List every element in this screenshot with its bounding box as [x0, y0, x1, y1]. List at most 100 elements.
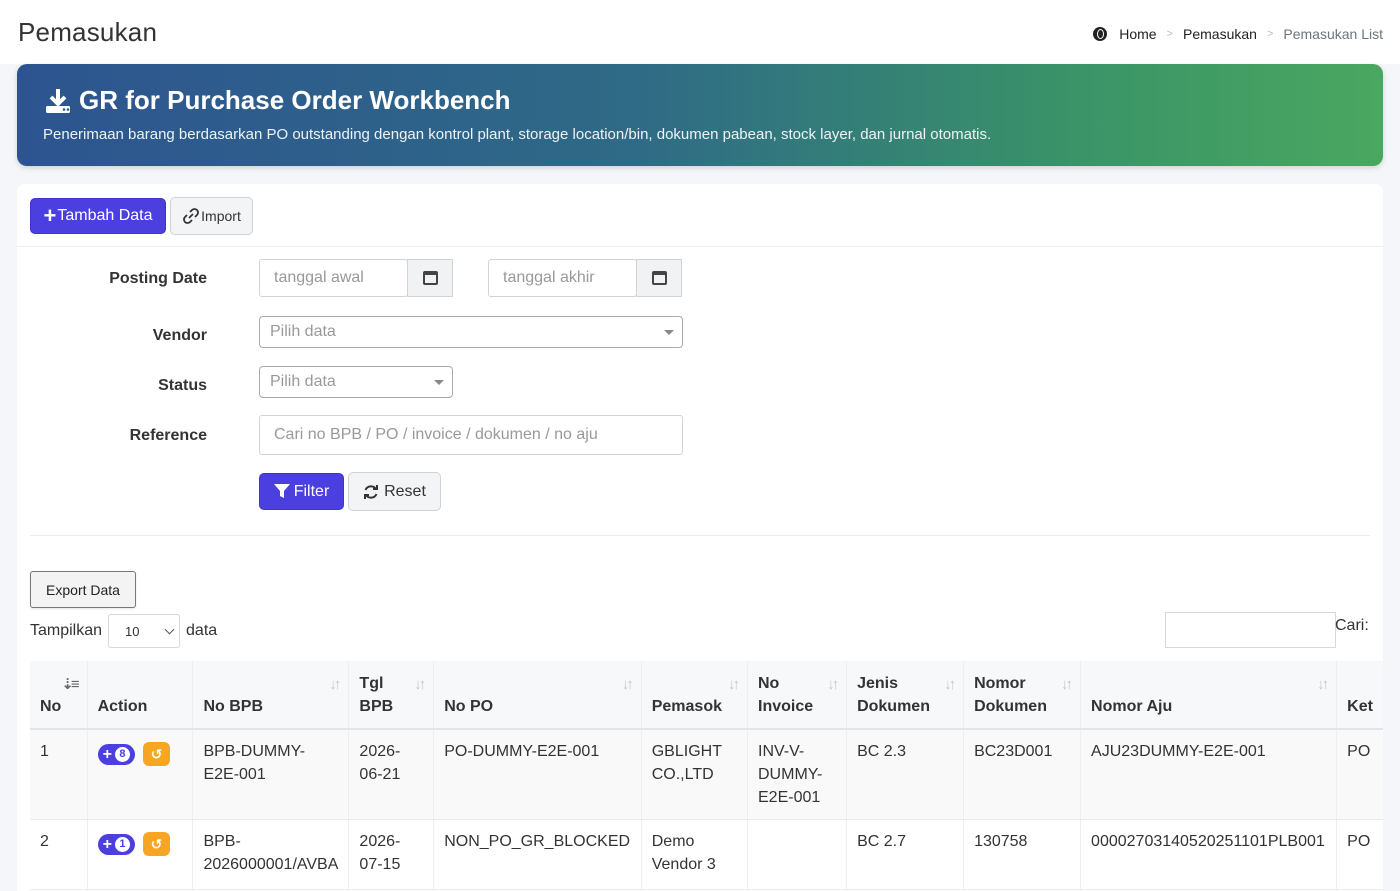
- sort-icon: ↓↑: [1061, 676, 1073, 693]
- banner-title-text: GR for Purchase Order Workbench: [79, 85, 511, 115]
- cell-pemasok: Demo Vendor 3: [641, 819, 749, 890]
- cell-no-invoice: [747, 819, 848, 890]
- breadcrumb-pemasukan[interactable]: Pemasukan: [1183, 26, 1257, 42]
- table-search-input[interactable]: [1165, 612, 1336, 648]
- banner-title: GR for Purchase Order Workbench: [43, 85, 511, 116]
- breadcrumb-separator: >: [1266, 28, 1274, 40]
- cell-ket: PO: [1336, 819, 1383, 890]
- column-header-jenis-dokumen[interactable]: ↓↑ Jenis Dokumen: [846, 661, 965, 730]
- cell-no: 2: [30, 819, 88, 890]
- vendor-select[interactable]: Pilih data: [259, 316, 683, 348]
- posting-date-label: Posting Date: [109, 270, 207, 287]
- breadcrumb-home[interactable]: Home: [1119, 26, 1156, 42]
- table-search-label: Cari:: [1335, 617, 1369, 634]
- column-header-ket[interactable]: Ket: [1336, 661, 1383, 730]
- download-icon: [46, 88, 70, 113]
- divider: [30, 535, 1370, 536]
- date-start-calendar-button[interactable]: [407, 259, 453, 297]
- status-select-value: Pilih data: [270, 373, 336, 390]
- calendar-icon: [651, 271, 667, 285]
- link-icon: [183, 208, 200, 224]
- refresh-icon: [364, 484, 379, 499]
- main-card: + Tambah Data Import Posting Date tangga…: [17, 184, 1383, 891]
- column-header-action: Action: [87, 661, 194, 730]
- cell-ket: PO: [1336, 729, 1383, 820]
- vendor-select-value: Pilih data: [270, 323, 336, 340]
- sort-icon: ↓↑: [1317, 676, 1329, 693]
- reset-label: Reset: [384, 482, 426, 500]
- cell-no-po: NON_PO_GR_BLOCKED: [433, 819, 642, 890]
- sort-asc-icon: ⇣≡: [61, 676, 79, 693]
- cell-no-po: PO-DUMMY-E2E-001: [433, 729, 642, 820]
- cell-tgl-bpb: 2026-07-15: [348, 819, 435, 890]
- sort-icon: ↓↑: [329, 676, 341, 693]
- column-header-no-invoice[interactable]: ↓↑ No Invoice: [747, 661, 848, 730]
- globe-icon: [1093, 27, 1108, 41]
- add-data-label: Tambah Data: [57, 207, 153, 224]
- cell-nomor-aju: AJU23DUMMY-E2E-001: [1080, 729, 1338, 820]
- cell-no-invoice: INV-V-DUMMY-E2E-001: [747, 729, 848, 820]
- column-header-no[interactable]: ⇣≡ No: [30, 661, 88, 730]
- date-end-calendar-button[interactable]: [636, 259, 682, 297]
- import-label: Import: [201, 208, 241, 224]
- column-header-nomor-aju[interactable]: ↓↑ Nomor Aju: [1080, 661, 1338, 730]
- undo-button[interactable]: ↺: [142, 832, 170, 856]
- import-button[interactable]: Import: [170, 197, 253, 235]
- sort-icon: ↓↑: [621, 676, 634, 693]
- cell-tgl-bpb: 2026-06-21: [348, 729, 435, 820]
- date-end-input[interactable]: tanggal akhir: [488, 259, 637, 297]
- cell-pemasok: GBLIGHT CO.,LTD: [641, 729, 749, 820]
- cell-no: 1: [30, 729, 88, 820]
- reset-button[interactable]: Reset: [348, 472, 441, 511]
- plus-icon: +: [102, 835, 112, 853]
- page-title: Pemasukan: [18, 17, 158, 47]
- filter-button[interactable]: Filter: [259, 473, 344, 510]
- filter-icon: [273, 484, 290, 498]
- calendar-icon: [422, 271, 438, 285]
- cell-nomor-dokumen: 130758: [963, 819, 1082, 890]
- column-header-no-po[interactable]: ↓↑ No PO: [433, 661, 642, 730]
- workbench-banner: GR for Purchase Order Workbench Penerima…: [17, 64, 1383, 166]
- date-start-input[interactable]: tanggal awal: [259, 259, 408, 297]
- show-label: Tampilkan: [30, 622, 103, 639]
- plus-icon: +: [102, 745, 112, 763]
- sort-icon: ↓↑: [414, 676, 426, 693]
- breadcrumb-current: Pemasukan List: [1283, 26, 1383, 42]
- chevron-down-icon: [164, 624, 175, 635]
- cell-nomor-dokumen: BC23D001: [963, 729, 1082, 820]
- reference-input[interactable]: Cari no BPB / PO / invoice / dokumen / n…: [259, 415, 683, 455]
- add-detail-button[interactable]: + 1: [97, 833, 135, 855]
- caret-down-icon: [434, 380, 444, 385]
- filter-label: Filter: [293, 482, 330, 500]
- page-length-select[interactable]: 10: [108, 614, 181, 648]
- cell-jenis-dokumen: BC 2.7: [846, 819, 965, 890]
- page-length-control: Tampilkan 10 data: [30, 614, 217, 648]
- column-header-tgl-bpb[interactable]: ↓↑ Tgl BPB: [348, 661, 435, 730]
- add-data-button[interactable]: + Tambah Data: [30, 198, 166, 234]
- cell-no-bpb: BPB-DUMMY-E2E-001: [192, 729, 350, 820]
- pemasukan-table: ⇣≡ No Action ↓↑ No BPB ↓↑ Tgl BPB ↓↑ No PO ↓…: [30, 661, 1383, 890]
- column-header-pemasok[interactable]: ↓↑ Pemasok: [641, 661, 749, 730]
- undo-button[interactable]: ↺: [142, 742, 170, 766]
- detail-count-badge: 1: [114, 836, 130, 852]
- vendor-label: Vendor: [152, 327, 207, 344]
- column-header-nomor-dokumen[interactable]: ↓↑ Nomor Dokumen: [963, 661, 1082, 730]
- table-row: 1 + 8 ↺ BPB-DUMMY-E2E-001 2026-06-21 PO-…: [30, 729, 1383, 820]
- column-header-no-bpb[interactable]: ↓↑ No BPB: [192, 661, 350, 730]
- undo-icon: ↺: [150, 745, 163, 762]
- undo-icon: ↺: [150, 835, 163, 852]
- breadcrumb: Home > Pemasukan > Pemasukan List: [1093, 26, 1383, 42]
- status-select[interactable]: Pilih data: [259, 366, 453, 398]
- cell-no-bpb: BPB-2026000001/AVBA: [192, 819, 350, 890]
- reference-label: Reference: [129, 427, 207, 444]
- caret-down-icon: [664, 330, 674, 335]
- data-label: data: [186, 622, 218, 639]
- breadcrumb-separator: >: [1166, 28, 1174, 40]
- cell-jenis-dokumen: BC 2.3: [846, 729, 965, 820]
- cell-action: + 1 ↺: [87, 819, 194, 890]
- plus-icon: +: [43, 203, 57, 228]
- banner-subtitle: Penerimaan barang berdasarkan PO outstan…: [43, 126, 992, 143]
- export-data-button[interactable]: Export Data: [30, 571, 136, 608]
- add-detail-button[interactable]: + 8: [97, 743, 135, 765]
- cell-action: + 8 ↺: [87, 729, 194, 820]
